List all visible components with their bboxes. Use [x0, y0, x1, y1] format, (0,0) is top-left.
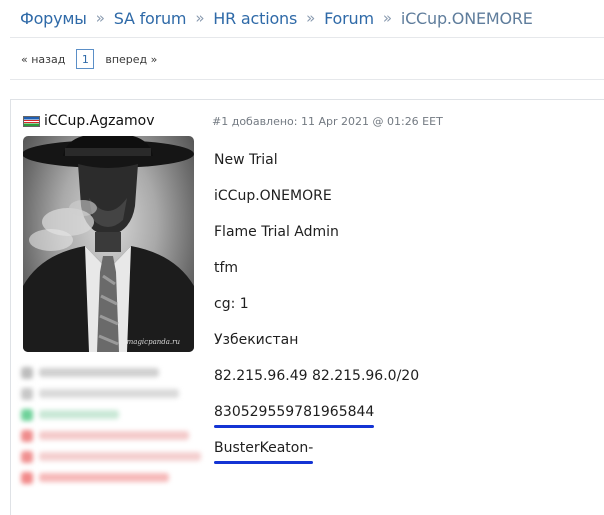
post-line: cg: 1: [214, 296, 249, 312]
pager-divider: [10, 79, 604, 80]
blurred-row: [21, 446, 201, 467]
forum-post: iCCup.Agzamov magicpanda.ru #1 добавлено…: [10, 99, 604, 515]
blurred-row: [21, 383, 201, 404]
header-divider: [10, 37, 604, 38]
post-line: Узбекистан: [214, 332, 299, 348]
blurred-user-details: [21, 362, 201, 488]
man-in-hat-smoking-icon: [23, 136, 194, 352]
breadcrumb-current: iCCup.ONEMORE: [400, 8, 533, 28]
pagination: « назад 1 вперед »: [21, 48, 157, 70]
post-line-id-underlined: 830529559781965844: [214, 404, 375, 428]
breadcrumb-separator: »: [195, 9, 205, 27]
breadcrumb-separator: »: [95, 9, 105, 27]
prev-page-link[interactable]: « назад: [21, 53, 65, 66]
blurred-row: [21, 404, 201, 425]
breadcrumb: Форумы » SA forum » HR actions » Forum »…: [20, 6, 533, 30]
breadcrumb-forums-link[interactable]: Форумы: [20, 9, 87, 28]
avatar-watermark: magicpanda.ru: [126, 338, 180, 346]
post-body: New Trial iCCup.ONEMORE Flame Trial Admi…: [214, 150, 419, 474]
breadcrumb-separator: »: [306, 9, 316, 27]
blurred-row: [21, 425, 201, 446]
breadcrumb-hr-actions-link[interactable]: HR actions: [213, 9, 297, 28]
next-page-link[interactable]: вперед »: [105, 53, 157, 66]
uzbekistan-flag-icon: [23, 115, 40, 127]
post-meta: #1 добавлено: 11 Apr 2021 @ 01:26 EET: [212, 115, 443, 128]
post-line: New Trial: [214, 152, 278, 168]
blurred-row: [21, 467, 201, 488]
breadcrumb-separator: »: [382, 9, 392, 27]
post-line: 82.215.96.49 82.215.96.0/20: [214, 368, 420, 384]
post-line: tfm: [214, 260, 239, 276]
breadcrumb-forum-link[interactable]: Forum: [324, 9, 374, 28]
author-name-link[interactable]: iCCup.Agzamov: [44, 113, 155, 129]
avatar[interactable]: magicpanda.ru: [23, 136, 194, 352]
post-author: iCCup.Agzamov: [23, 113, 155, 129]
post-line: iCCup.ONEMORE: [214, 188, 332, 204]
blurred-row: [21, 362, 201, 383]
post-line: Flame Trial Admin: [214, 224, 339, 240]
post-line-nick-underlined: BusterKeaton-: [214, 440, 314, 464]
breadcrumb-sa-forum-link[interactable]: SA forum: [114, 9, 187, 28]
page-number-current[interactable]: 1: [76, 49, 95, 69]
